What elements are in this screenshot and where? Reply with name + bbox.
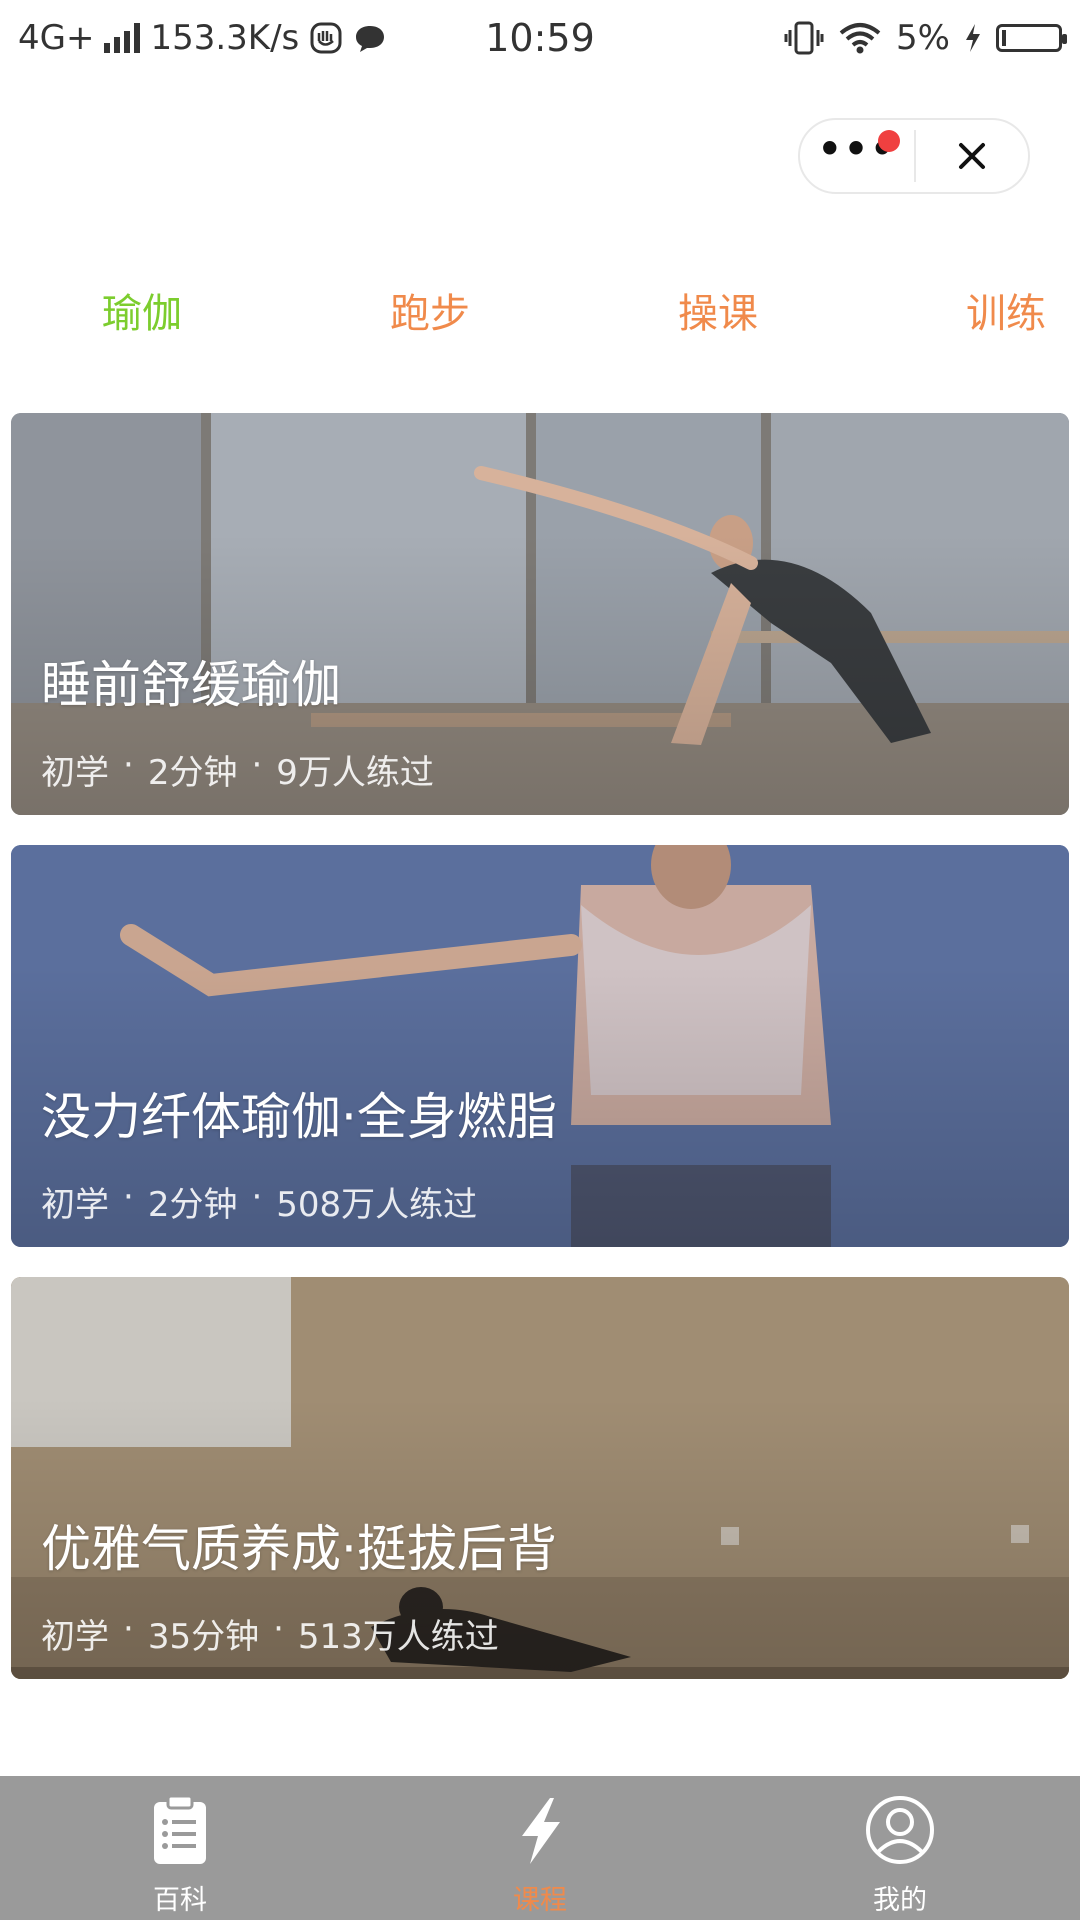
tab-training[interactable]: 训练 [966, 284, 1046, 344]
course-level: 初学 [41, 1185, 109, 1225]
course-title: 睡前舒缓瑜伽 [41, 656, 341, 714]
course-meta: 初学 · 2分钟 · 9万人练过 [41, 745, 434, 794]
close-icon [959, 143, 985, 169]
course-title: 优雅气质养成·挺拔后背 [41, 1520, 557, 1578]
course-title: 没力纤体瑜伽·全身燃脂 [41, 1088, 557, 1146]
course-duration: 2分钟 [147, 1185, 238, 1225]
course-card[interactable]: 没力纤体瑜伽·全身燃脂 初学 · 2分钟 · 508万人练过 [11, 845, 1069, 1247]
notification-badge [878, 130, 900, 152]
course-level: 初学 [41, 753, 109, 793]
vibrate-icon [784, 21, 824, 55]
wifi-icon [839, 23, 881, 54]
course-meta: 初学 · 35分钟 · 513万人练过 [41, 1609, 499, 1658]
course-participants: 9万人练过 [276, 753, 434, 793]
battery-percent: 5% [896, 18, 950, 58]
nav-encyclopedia[interactable]: 百科 [80, 1776, 280, 1920]
nav-courses[interactable]: 课程 [440, 1776, 640, 1920]
course-duration: 2分钟 [147, 753, 238, 793]
meta-separator: · [251, 745, 263, 785]
meta-separator: · [273, 1609, 284, 1649]
meta-separator: · [123, 745, 134, 785]
nav-label: 我的 [873, 1885, 927, 1916]
course-card[interactable]: 优雅气质养成·挺拔后背 初学 · 35分钟 · 513万人练过 [11, 1277, 1069, 1679]
course-level: 初学 [41, 1617, 109, 1657]
course-participants: 513万人练过 [297, 1617, 499, 1657]
status-bar: 4G+ 153.3K/s 10:59 5% [0, 0, 1080, 76]
tab-running[interactable]: 跑步 [390, 284, 470, 344]
tab-yoga[interactable]: 瑜伽 [102, 284, 182, 344]
status-right: 5% [784, 18, 1067, 58]
charging-icon [966, 24, 980, 52]
miniprogram-capsule: ••• [798, 118, 1030, 194]
nav-label: 课程 [513, 1885, 567, 1916]
nav-profile[interactable]: 我的 [800, 1776, 1000, 1920]
bottom-nav: 百科 课程 我的 [0, 1776, 1080, 1920]
close-button[interactable] [916, 120, 1028, 192]
meta-separator: · [123, 1177, 134, 1217]
tab-class[interactable]: 操课 [678, 284, 758, 344]
course-meta: 初学 · 2分钟 · 508万人练过 [41, 1177, 477, 1226]
course-duration: 35分钟 [147, 1617, 260, 1657]
lightning-icon [522, 1798, 560, 1864]
meta-separator: · [123, 1609, 134, 1649]
more-button[interactable]: ••• [800, 120, 914, 192]
nav-label: 百科 [153, 1885, 207, 1916]
category-tabs: 瑜伽 跑步 操课 训练 [0, 284, 1080, 344]
user-icon [866, 1796, 934, 1864]
course-participants: 508万人练过 [276, 1185, 478, 1225]
battery-icon [996, 24, 1067, 52]
meta-separator: · [251, 1177, 263, 1217]
course-card[interactable]: 睡前舒缓瑜伽 初学 · 2分钟 · 9万人练过 [11, 413, 1069, 815]
clipboard-icon [154, 1794, 206, 1864]
